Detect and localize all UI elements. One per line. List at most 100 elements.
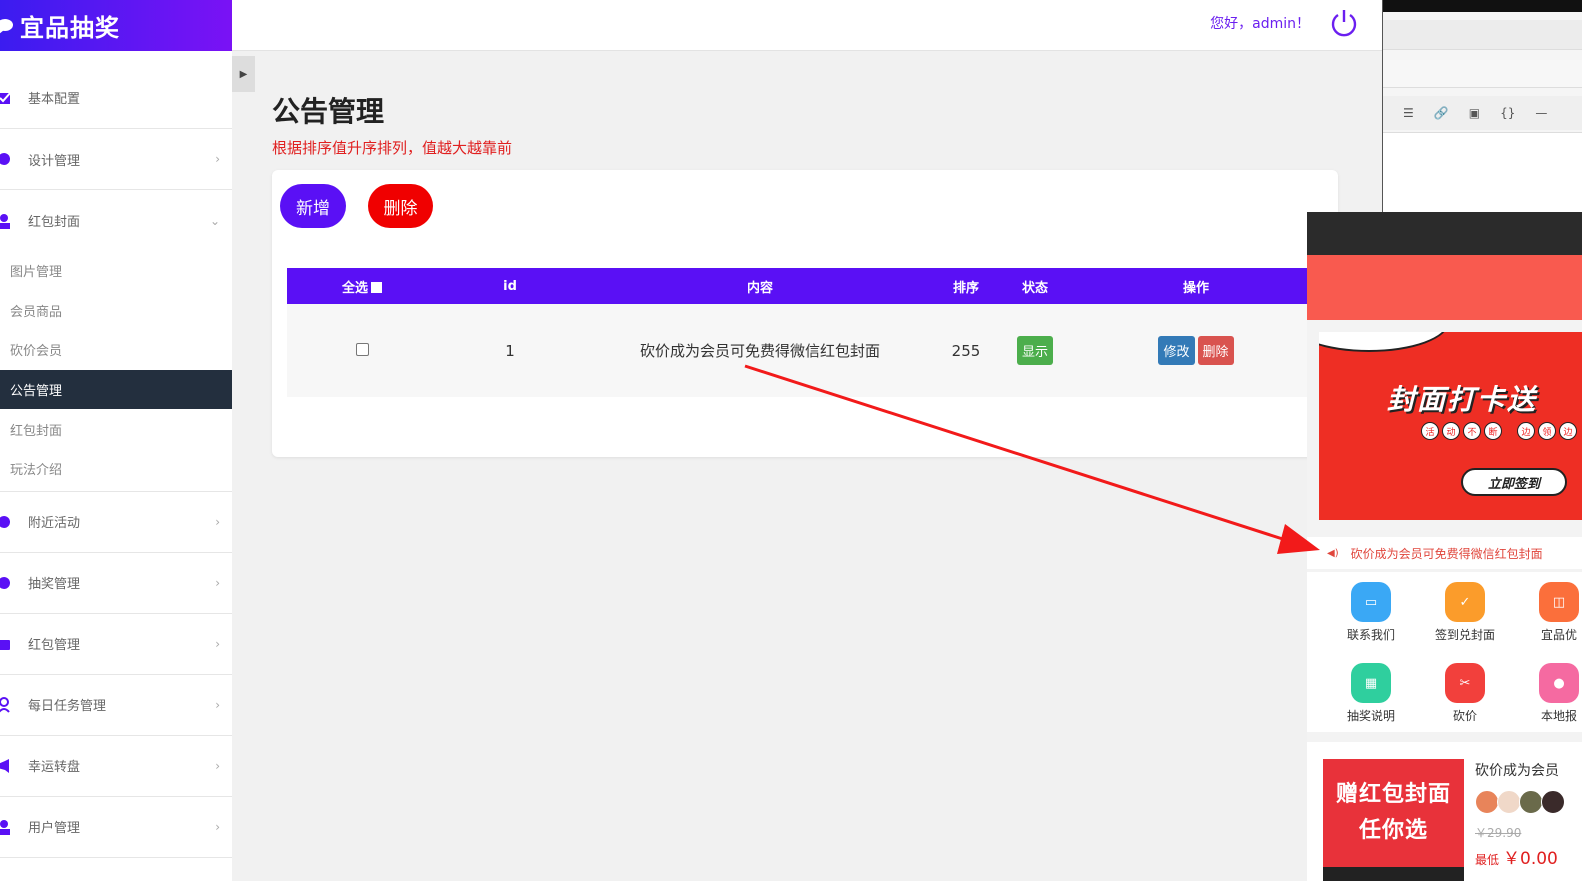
notice-table: 全选 id 内容 排序 状态 操作 1 砍价成为会员可免费得微信红包封面 255…: [287, 268, 1317, 397]
edit-button[interactable]: 修改: [1158, 336, 1195, 365]
submenu-item-image[interactable]: 图片管理: [0, 251, 232, 291]
window-row: [1383, 20, 1582, 50]
user-icon: [0, 819, 12, 835]
sidebar-item-label: 抽奖管理: [28, 577, 81, 593]
grid-item-label: 本地报: [1540, 709, 1577, 723]
grid-item-label: 签到兑封面: [1434, 628, 1495, 642]
grid-item-contact[interactable]: ▭ 联系我们: [1331, 582, 1411, 643]
product-card[interactable]: 赠红包封面 任你选 砍价成为会员 ￥29.90 最低 ￥0.00: [1307, 742, 1582, 881]
speech-bubble-shape: [1319, 332, 1449, 352]
sidebar-item-daily-task[interactable]: 每日任务管理 ›: [0, 675, 232, 736]
editor-area[interactable]: [1383, 132, 1582, 212]
sidebar-item-label: 每日任务管理: [28, 699, 107, 715]
grid-item-label: 砍价: [1452, 709, 1477, 723]
banner-tags: 活 动 不 断 边 领 边: [1421, 422, 1577, 440]
code-icon[interactable]: {}: [1500, 106, 1515, 120]
banner-tag: 边: [1517, 422, 1535, 440]
banner-title: 封面打卡送: [1387, 383, 1538, 416]
banner-tag: 断: [1484, 422, 1502, 440]
calendar-icon: ✓: [1445, 582, 1485, 622]
add-button[interactable]: 新增: [280, 184, 346, 228]
greeting-text: 您好，admin！: [1210, 16, 1310, 32]
editor-toolbar: ☰ 🔗 ▣ {} —: [1383, 96, 1582, 130]
location-icon: ●: [1539, 663, 1579, 703]
chevron-down-icon: ⌄: [209, 213, 220, 228]
grid-item-local[interactable]: ● 本地报: [1519, 663, 1582, 724]
feature-grid: ▭ 联系我们 ✓ 签到兑封面 ◫ 宜品优 ▦ 抽奖说明 ✂ 砍价 ● 本地报: [1307, 572, 1582, 732]
chevron-right-icon: ›: [215, 636, 220, 651]
power-icon[interactable]: [1328, 7, 1360, 39]
sidebar-toggle-button[interactable]: ▶: [232, 56, 255, 92]
chat-icon: ▭: [1351, 582, 1391, 622]
status-badge[interactable]: 显示: [1016, 336, 1053, 365]
sidebar-item-lucky-wheel[interactable]: 幸运转盘 ›: [0, 736, 232, 797]
submenu-item-red-packet-cover[interactable]: 红包封面: [0, 409, 232, 449]
top-bar: 您好，admin！: [232, 0, 1382, 51]
image-icon[interactable]: ▣: [1469, 106, 1480, 120]
sidebar-item-basic-config[interactable]: 基本配置: [0, 67, 232, 129]
price-prefix: 最低: [1475, 853, 1500, 867]
header-label: 全选: [341, 280, 368, 296]
chevron-right-icon: ›: [215, 819, 220, 834]
sidebar-item-red-packet[interactable]: 红包管理 ›: [0, 614, 232, 675]
list-icon[interactable]: ☰: [1403, 106, 1414, 120]
sidebar-item-red-packet-cover[interactable]: 红包封面 ⌄: [0, 190, 232, 251]
grid-item-checkin[interactable]: ✓ 签到兑封面: [1425, 582, 1505, 643]
grid-item-bargain[interactable]: ✂ 砍价: [1425, 663, 1505, 724]
product-image: 赠红包封面 任你选: [1323, 759, 1464, 881]
submenu-item-member-goods[interactable]: 会员商品: [0, 291, 232, 331]
logo: 宜品抽奖: [0, 0, 232, 51]
gift-icon: ▦: [1351, 663, 1391, 703]
product-image-footer: [1323, 867, 1464, 881]
sidebar: 宜品抽奖 基本配置 设计管理 › 红包封面 ⌄ 图片管理 会员商品 砍价会员 公…: [0, 0, 232, 881]
sign-in-button[interactable]: 立即签到: [1461, 468, 1567, 496]
cut-icon: ✂: [1445, 663, 1485, 703]
banner-tag: 边: [1559, 422, 1577, 440]
sidebar-item-nearby[interactable]: 附近活动 ›: [0, 492, 232, 553]
select-all-checkbox[interactable]: [371, 281, 382, 293]
grid-item-label: 联系我们: [1346, 628, 1395, 642]
notice-bar[interactable]: ◀) 砍价成为会员可免费得微信红包封面: [1307, 537, 1582, 569]
content-panel: 新增 删除 全选 id 内容 排序 状态 操作 1 砍价成为会员可免费得微信红包…: [272, 170, 1338, 457]
row-status-cell: 显示: [995, 336, 1075, 365]
chat-bubble-icon: [0, 18, 13, 33]
chevron-right-icon: ›: [215, 152, 220, 166]
sidebar-item-label: 设计管理: [28, 153, 81, 169]
pie-chart-icon: [0, 575, 12, 591]
product-title: 砍价成为会员: [1475, 763, 1559, 779]
row-id: 1: [505, 341, 515, 360]
grid-item-shop[interactable]: ◫ 宜品优: [1519, 582, 1582, 643]
link-icon[interactable]: 🔗: [1434, 106, 1449, 120]
price-value: ￥0.00: [1503, 849, 1558, 869]
row-content: 砍价成为会员可免费得微信红包封面: [639, 342, 880, 360]
delete-button[interactable]: 删除: [368, 184, 433, 228]
sidebar-item-label: 红包封面: [28, 215, 81, 230]
caret-right-icon: ▶: [239, 68, 248, 80]
header-select-all[interactable]: 全选: [287, 277, 437, 296]
sidebar-item-user[interactable]: 用户管理 ›: [0, 797, 232, 858]
submenu-item-notice[interactable]: 公告管理: [0, 369, 232, 410]
chevron-right-icon: ›: [215, 697, 220, 712]
header-status: 状态: [1021, 280, 1048, 296]
row-delete-button[interactable]: 删除: [1197, 336, 1234, 365]
chevron-right-icon: ›: [215, 575, 220, 590]
sidebar-item-design[interactable]: 设计管理 ›: [0, 129, 232, 190]
header-actions: 操作: [1182, 280, 1209, 296]
chevron-right-icon: ›: [215, 514, 220, 529]
grid-item-lottery-info[interactable]: ▦ 抽奖说明: [1331, 663, 1411, 724]
page-subtitle: 根据排序值升序排列，值越大越靠前: [272, 139, 513, 157]
row-checkbox-cell: [287, 342, 437, 360]
sidebar-item-label: 幸运转盘: [28, 760, 81, 776]
avatar-group: [1475, 790, 1565, 814]
header-sort: 排序: [952, 280, 979, 296]
header-content: 内容: [746, 280, 773, 296]
submenu-item-bargain-member[interactable]: 砍价会员: [0, 330, 232, 370]
submenu-item-gameplay[interactable]: 玩法介绍: [0, 449, 232, 489]
minus-icon[interactable]: —: [1535, 106, 1547, 120]
banner-tag: 活: [1421, 422, 1439, 440]
avatar: [1519, 790, 1543, 814]
row-checkbox[interactable]: [355, 342, 369, 356]
banner[interactable]: 封面打卡送 活 动 不 断 边 领 边 立即签到: [1319, 332, 1582, 520]
sidebar-item-lottery[interactable]: 抽奖管理 ›: [0, 553, 232, 614]
table-row: 1 砍价成为会员可免费得微信红包封面 255 显示 修改 删除: [287, 304, 1317, 397]
